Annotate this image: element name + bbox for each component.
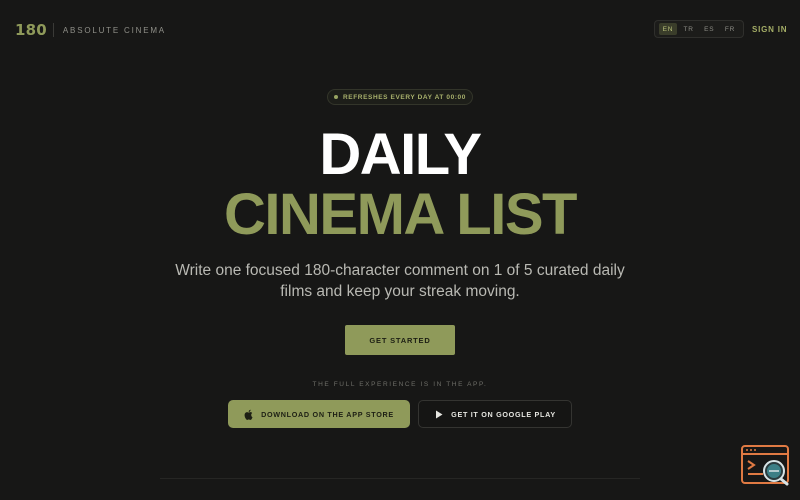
app-store-button[interactable]: DOWNLOAD ON THE APP STORE xyxy=(228,400,410,428)
apple-icon xyxy=(244,409,254,420)
hero-subtitle: Write one focused 180-character comment … xyxy=(175,262,625,300)
lang-option-fr[interactable]: FR xyxy=(721,23,739,35)
refresh-badge-text: REFRESHES EVERY DAY AT 00:00 xyxy=(342,93,466,101)
google-play-button[interactable]: GET IT ON GOOGLE PLAY xyxy=(418,400,572,428)
language-switcher: EN TR ES FR xyxy=(654,20,744,38)
google-play-label: GET IT ON GOOGLE PLAY xyxy=(451,409,556,419)
get-started-button[interactable]: GET STARTED xyxy=(345,325,455,355)
lang-option-es[interactable]: ES xyxy=(700,23,718,35)
brand-divider xyxy=(52,23,54,37)
footer-divider xyxy=(160,478,640,479)
play-icon xyxy=(434,409,444,419)
sign-in-link[interactable]: SIGN IN xyxy=(752,25,787,34)
hero-title-line-2: CINEMA LIST xyxy=(224,182,577,247)
brand-subtitle: ABSOLUTE CINEMA xyxy=(62,25,166,35)
refresh-badge: REFRESHES EVERY DAY AT 00:00 xyxy=(327,89,473,105)
status-dot-icon xyxy=(333,95,338,99)
app-store-label: DOWNLOAD ON THE APP STORE xyxy=(261,409,394,419)
brand-logo[interactable]: 180 xyxy=(15,21,47,39)
lang-option-en[interactable]: EN xyxy=(659,23,677,35)
hero-title-line-1: DAILY xyxy=(319,122,482,187)
lang-option-tr[interactable]: TR xyxy=(680,23,698,35)
app-note: THE FULL EXPERIENCE IS IN THE APP. xyxy=(312,381,488,388)
brand[interactable]: 180 ABSOLUTE CINEMA xyxy=(15,20,166,40)
terminal-search-icon[interactable] xyxy=(741,444,791,486)
